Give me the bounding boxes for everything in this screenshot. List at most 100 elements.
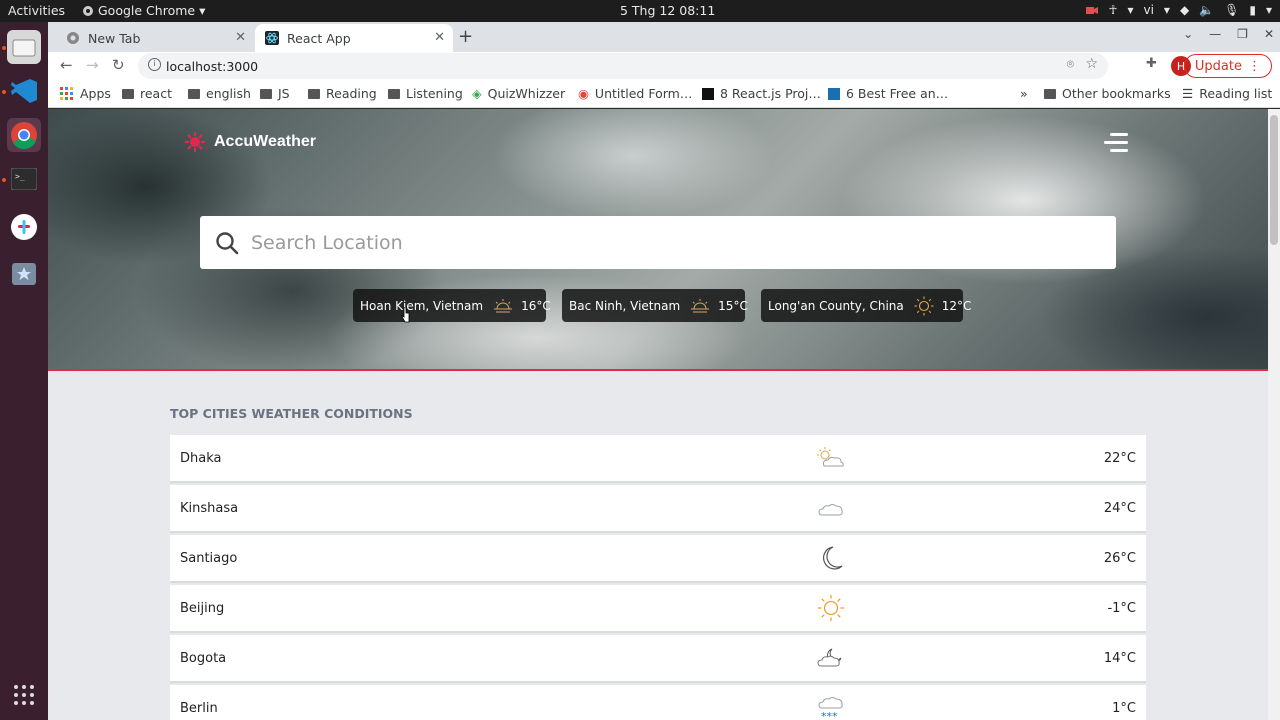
location-temp: 16°C — [521, 298, 551, 313]
reading-list[interactable]: ☰ Reading list — [1182, 86, 1272, 101]
bookmark-untitled-form[interactable]: ◉ Untitled Form… — [578, 86, 692, 101]
medium-icon — [702, 87, 714, 100]
update-button[interactable]: Update ⋮ — [1183, 54, 1272, 78]
recent-location-longan[interactable]: Long'an County, China 12°C — [761, 289, 971, 322]
brand-logo[interactable]: AccuWeather — [184, 131, 316, 153]
update-label: Update — [1194, 58, 1242, 74]
slack-icon — [11, 214, 37, 240]
svg-text:***: *** — [821, 710, 838, 720]
bookmark-label: english — [206, 86, 251, 101]
volume-icon: 🔈 — [1199, 3, 1215, 17]
show-applications[interactable] — [7, 678, 41, 712]
bookmark-reading[interactable]: Reading — [308, 86, 377, 101]
reload-icon[interactable]: ↻ — [112, 56, 125, 74]
more-vert-icon: ⋮ — [1248, 58, 1261, 74]
dock-vscode[interactable] — [7, 74, 41, 108]
svg-text:>_: >_ — [15, 172, 25, 181]
bookmark-label: Apps — [80, 86, 111, 101]
bookmark-react-projects[interactable]: 8 React.js Proj… — [702, 86, 821, 101]
location-icon[interactable]: ⌾ — [1067, 57, 1074, 72]
location-name: Long'an County, China — [768, 298, 904, 313]
bookmarks-overflow[interactable]: » — [1020, 86, 1028, 101]
city-temp: 24°C — [1103, 500, 1136, 516]
city-row-beijing[interactable]: Beijing -1°C — [170, 585, 1146, 631]
back-icon[interactable]: ← — [60, 56, 73, 74]
folder-icon — [188, 88, 200, 99]
close-icon[interactable]: ✕ — [235, 30, 246, 45]
chrome-icon — [83, 5, 93, 16]
browser-toolbar: ← → ↻ i localhost:3000 ⌾ ☆ ✚ H Update ⋮ — [48, 52, 1280, 80]
dock-files[interactable] — [7, 30, 41, 64]
city-name: Santiago — [180, 550, 238, 566]
bookmark-english[interactable]: english — [188, 86, 251, 101]
bookmark-react[interactable]: react — [122, 86, 172, 101]
mouse-cursor — [401, 307, 410, 323]
folder-icon — [122, 88, 134, 99]
vscode-icon — [11, 79, 37, 103]
info-icon[interactable]: i — [148, 58, 161, 71]
scrollbar-thumb[interactable] — [1270, 115, 1278, 245]
bookmark-best-free[interactable]: 6 Best Free an… — [828, 86, 948, 101]
city-temp: 1°C — [1112, 700, 1136, 716]
site-icon — [828, 87, 840, 100]
input-language[interactable]: vi — [1143, 3, 1153, 17]
restore-icon[interactable]: ❐ — [1237, 27, 1248, 41]
address-bar[interactable]: i localhost:3000 ⌾ ☆ — [138, 53, 1108, 79]
city-name: Kinshasa — [180, 500, 239, 516]
dock-slack[interactable] — [7, 210, 41, 244]
location-temp: 12°C — [941, 298, 972, 313]
form-icon: ◉ — [578, 86, 589, 101]
system-top-bar: Activities Google Chrome ▾ 5 Thg 12 08:1… — [0, 0, 1280, 22]
running-indicator — [2, 178, 6, 182]
tab-search-icon[interactable]: ⌄ — [1183, 27, 1193, 41]
dock-chrome[interactable] — [7, 118, 41, 152]
dock-terminal[interactable]: >_ — [7, 162, 41, 196]
bookmark-apps[interactable]: Apps — [60, 86, 111, 101]
chrome-icon — [11, 122, 37, 149]
city-row-bogota[interactable]: Bogota 14°C — [170, 635, 1146, 681]
bookmark-quizwhizzer[interactable]: ◈ QuizWhizzer — [472, 86, 565, 101]
tab-react-app[interactable]: React App ✕ — [255, 24, 453, 52]
city-temp: 22°C — [1103, 450, 1136, 466]
bookmark-label: Untitled Form… — [594, 86, 693, 101]
folder-icon — [388, 88, 400, 99]
bookmark-label: QuizWhizzer — [487, 86, 566, 101]
menu-icon[interactable] — [1104, 133, 1128, 157]
system-tray[interactable]: ☥ ▾ vi ▾ ◆ 🔈 🎙 ▮ ▾ — [1086, 3, 1272, 17]
snow-icon: *** — [816, 694, 846, 720]
extensions-icon[interactable]: ✚ — [1146, 56, 1157, 71]
clock[interactable]: 5 Thg 12 08:11 — [620, 3, 715, 18]
bookmark-label: Reading list — [1199, 86, 1273, 101]
city-row-berlin[interactable]: Berlin *** 1°C — [170, 685, 1146, 720]
new-tab-button[interactable]: + — [458, 26, 473, 47]
app-menu[interactable]: Google Chrome ▾ — [82, 3, 205, 18]
close-window-icon[interactable]: ✕ — [1264, 27, 1274, 41]
minimize-icon[interactable]: — — [1209, 27, 1221, 41]
tab-label: New Tab — [88, 30, 141, 46]
search-input[interactable] — [251, 231, 1071, 254]
forward-icon[interactable]: → — [86, 56, 99, 74]
url-text: localhost:3000 — [166, 58, 259, 74]
page-content: AccuWeather Hoan Kiem, Vietnam 16°C Bac … — [48, 109, 1268, 720]
page-scrollbar[interactable] — [1268, 109, 1280, 720]
city-row-santiago[interactable]: Santiago 26°C — [170, 535, 1146, 581]
tab-label: React App — [287, 30, 351, 46]
other-bookmarks[interactable]: Other bookmarks — [1044, 86, 1171, 101]
sun-icon — [816, 594, 846, 626]
activities-button[interactable]: Activities — [8, 3, 65, 18]
dock-software[interactable] — [7, 256, 41, 290]
bookmark-label: Reading — [326, 86, 377, 101]
tab-new-tab[interactable]: New Tab ✕ — [56, 24, 254, 52]
recent-location-bac-ninh[interactable]: Bac Ninh, Vietnam 15°C — [562, 289, 748, 322]
bookmark-listening[interactable]: Listening — [388, 86, 463, 101]
city-row-dhaka[interactable]: Dhaka 22°C — [170, 435, 1146, 481]
close-icon[interactable]: ✕ — [434, 30, 445, 45]
search-box[interactable] — [200, 216, 1116, 269]
recent-location-hoan-kiem[interactable]: Hoan Kiem, Vietnam 16°C — [353, 289, 551, 322]
bookmark-js[interactable]: JS — [260, 86, 290, 101]
sun-icon — [914, 296, 934, 316]
city-row-kinshasa[interactable]: Kinshasa 24°C — [170, 485, 1146, 531]
bookmark-star-icon[interactable]: ☆ — [1085, 56, 1098, 72]
battery-icon: ▮ — [1249, 3, 1256, 17]
cloudy-night-icon — [816, 646, 846, 674]
